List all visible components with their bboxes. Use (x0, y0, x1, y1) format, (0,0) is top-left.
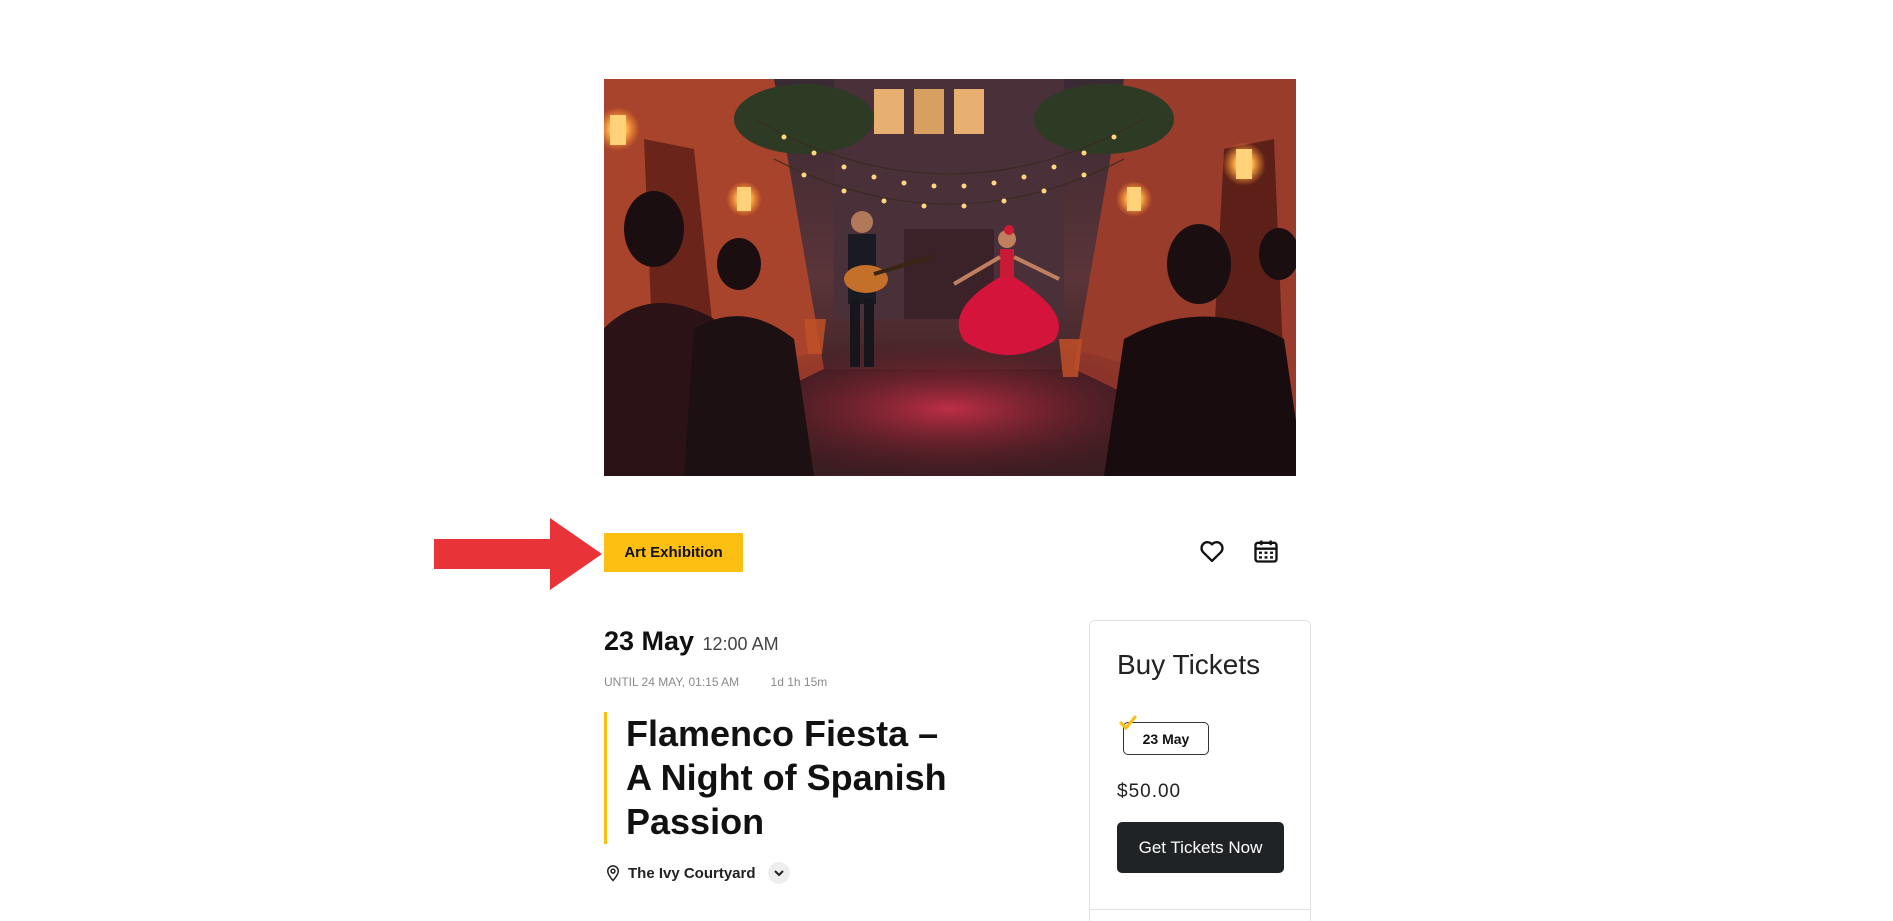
hero-illustration (604, 79, 1296, 476)
category-tag-button[interactable]: Art Exhibition (604, 533, 743, 572)
event-datetime: 23 May 12:00 AM (604, 626, 779, 657)
event-hero-image (604, 79, 1296, 476)
buy-tickets-heading: Buy Tickets (1117, 649, 1261, 680)
annotation-arrow-icon (434, 518, 602, 590)
location-name: The Ivy Courtyard (628, 864, 756, 882)
map-pin-icon (606, 865, 620, 882)
favorite-button[interactable] (1196, 536, 1228, 568)
event-title: Flamenco Fiesta – A Night of Spanish Pas… (626, 713, 947, 842)
event-date: 23 May (604, 626, 695, 656)
event-page: Art Exhibition 23 May 12:00 AM UNTIL 24 … (0, 0, 1893, 921)
card-divider (1090, 909, 1310, 910)
get-tickets-button[interactable]: Get Tickets Now (1117, 822, 1284, 873)
checkmark-icon (1119, 715, 1137, 731)
buy-tickets-card: Buy Tickets 23 May $50.00 Get Tickets No… (1089, 620, 1311, 921)
event-until-row: UNTIL 24 MAY, 01:15 AM 1d 1h 15m (604, 675, 827, 689)
event-time: 12:00 AM (702, 634, 779, 654)
ticket-price: $50.00 (1117, 781, 1182, 802)
location-expand-button[interactable] (767, 862, 790, 884)
event-duration: 1d 1h 15m (770, 675, 828, 689)
event-location: The Ivy Courtyard (604, 862, 790, 884)
calendar-icon (1254, 540, 1278, 563)
heart-icon (1200, 540, 1224, 562)
chevron-down-icon (773, 870, 784, 877)
event-title-block: Flamenco Fiesta – A Night of Spanish Pas… (604, 712, 966, 844)
event-until: UNTIL 24 MAY, 01:15 AM (604, 675, 740, 689)
add-to-calendar-button[interactable] (1250, 536, 1282, 568)
